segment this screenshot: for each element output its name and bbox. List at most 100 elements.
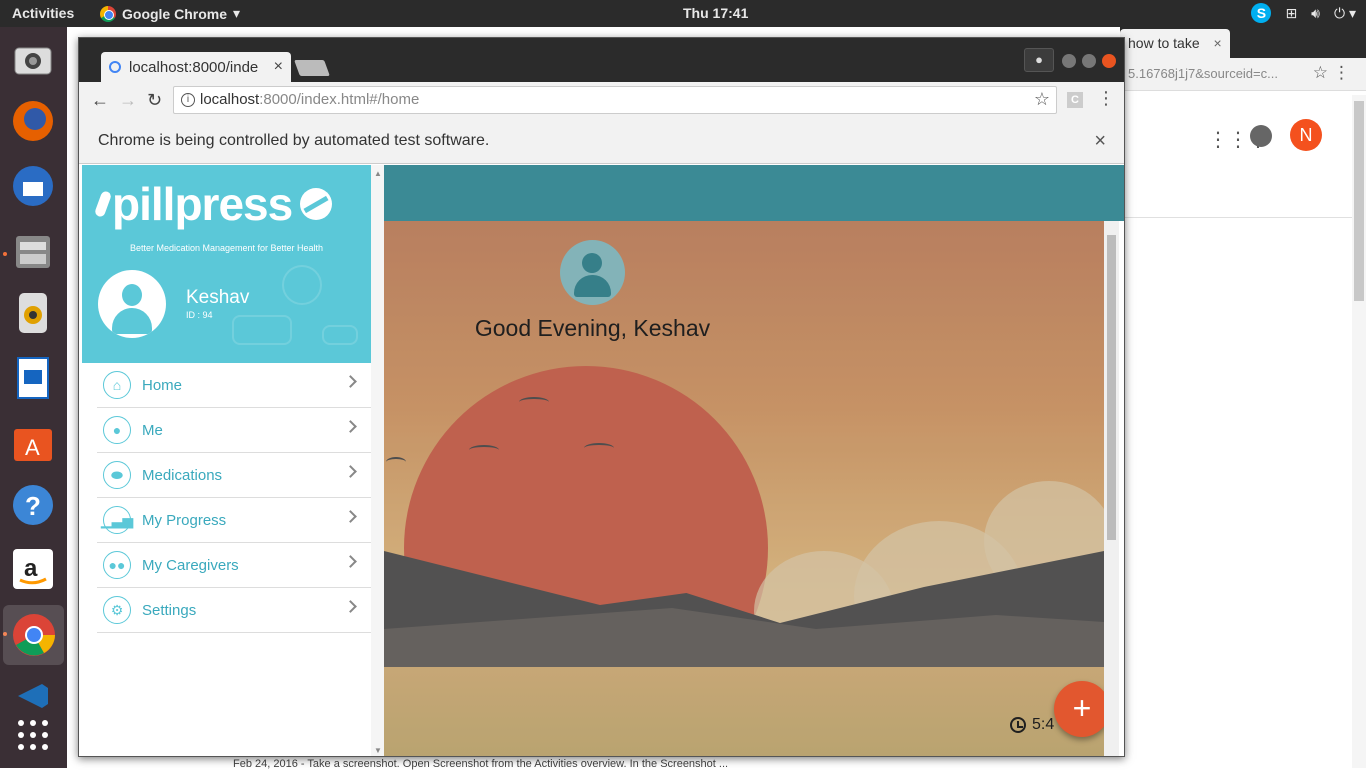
logo-text: pillpress: [112, 178, 293, 230]
system-tray: S ⊞ 🔊︎ ⏻ ▾: [1251, 3, 1356, 23]
power-icon[interactable]: ⏻ ▾: [1334, 5, 1356, 22]
browser-window: localhost:8000/inde × ● ← → ↻ i localhos…: [78, 37, 1125, 757]
app-bar: [384, 165, 1124, 221]
svg-text:A: A: [25, 435, 40, 460]
writer-icon[interactable]: [9, 354, 57, 402]
side-menu: pillpress Better Medication Management f…: [82, 165, 371, 756]
pill-icon: ⬬: [103, 461, 131, 489]
menu-dots-icon[interactable]: ⋮: [1333, 63, 1350, 83]
thunderbird-icon[interactable]: [9, 162, 57, 210]
activities-button[interactable]: Activities: [12, 5, 74, 21]
speaker-app-icon[interactable]: [9, 289, 57, 337]
star-icon[interactable]: ☆: [1034, 89, 1050, 110]
tagline: Better Medication Management for Better …: [129, 243, 324, 253]
notifications-icon[interactable]: [1250, 125, 1272, 147]
menu-item-label: Settings: [142, 601, 197, 619]
network-icon[interactable]: ⊞: [1285, 5, 1297, 22]
menu-item-me[interactable]: ● Me: [97, 408, 371, 453]
scrollbar-thumb[interactable]: [1354, 101, 1364, 301]
close-icon[interactable]: ×: [1214, 35, 1222, 51]
add-button[interactable]: +: [1054, 681, 1110, 737]
show-applications-icon[interactable]: [9, 711, 57, 759]
avatar: [98, 270, 166, 338]
browser-toolbar: ← → ↻ i localhost:8000/index.html#/home …: [79, 82, 1124, 118]
pattern-decoration: [232, 315, 292, 345]
pattern-decoration: [322, 325, 358, 345]
sidebar-header: pillpress Better Medication Management f…: [82, 165, 371, 363]
loading-icon: [109, 61, 121, 73]
maximize-button[interactable]: [1082, 54, 1096, 68]
new-tab-button[interactable]: [294, 60, 330, 76]
background-page-text: Feb 24, 2016 - Take a screenshot. Open S…: [233, 758, 729, 770]
background-tab-title: how to take: [1128, 35, 1200, 51]
running-indicator: [3, 252, 7, 256]
menu-item-my-caregivers[interactable]: ●● My Caregivers: [97, 543, 371, 588]
scrollbar-thumb[interactable]: [1107, 235, 1116, 540]
menu-dots-icon[interactable]: ⋮: [1097, 88, 1115, 109]
system-top-bar: Activities Google Chrome ▾ Thu 17:41 S ⊞…: [0, 0, 1366, 27]
profile-icon[interactable]: ●: [1024, 48, 1054, 72]
home-icon: ⌂: [103, 371, 131, 399]
pill-icon: [300, 188, 333, 220]
firefox-icon[interactable]: [9, 97, 57, 145]
info-icon[interactable]: i: [181, 93, 195, 107]
user-id: ID : 94: [186, 310, 213, 320]
skype-icon[interactable]: S: [1251, 3, 1272, 23]
reload-button[interactable]: ↻: [147, 90, 162, 111]
amazon-icon[interactable]: a: [9, 545, 57, 593]
url-path: :8000/index.html#/home: [259, 91, 420, 108]
pillpress-logo: pillpress: [93, 177, 333, 231]
close-icon[interactable]: ×: [274, 58, 283, 76]
back-button[interactable]: ←: [91, 90, 109, 111]
background-url: 5.16768j1j7&sourceid=c...: [1128, 66, 1278, 81]
svg-text:?: ?: [25, 491, 41, 521]
close-icon[interactable]: ×: [1094, 130, 1106, 153]
forward-button[interactable]: →: [119, 90, 137, 111]
menu-item-my-progress[interactable]: ▁▃▅ My Progress: [97, 498, 371, 543]
account-avatar[interactable]: N: [1290, 119, 1322, 151]
content-scrollbar[interactable]: [1104, 221, 1119, 756]
pattern-decoration: [282, 265, 322, 305]
background-tab[interactable]: how to take ×: [1120, 29, 1230, 58]
automation-infobar: Chrome is being controlled by automated …: [79, 118, 1124, 164]
home-content: Good Evening, Keshav 5:4 +: [384, 165, 1124, 756]
sidebar-scrollbar[interactable]: ▲ ▼: [371, 165, 384, 756]
menu-item-medications[interactable]: ⬬ Medications: [97, 453, 371, 498]
background-scrollbar[interactable]: [1352, 95, 1366, 768]
extension-icon[interactable]: C: [1067, 92, 1083, 108]
files-icon[interactable]: [9, 227, 57, 275]
menu-item-settings[interactable]: ⚙ Settings: [97, 588, 371, 633]
backdrop-overlay[interactable]: [384, 221, 1104, 756]
title-bar: localhost:8000/inde × ●: [79, 38, 1124, 82]
app-viewport: pillpress Better Medication Management f…: [79, 165, 1124, 756]
app-menu-label: Google Chrome: [122, 5, 228, 22]
background-address-bar[interactable]: 5.16768j1j7&sourceid=c... ☆ ⋮: [1120, 58, 1366, 91]
address-bar[interactable]: i localhost:8000/index.html#/home ☆: [173, 86, 1057, 114]
dock: A ? a: [0, 27, 67, 768]
chrome-dock-icon[interactable]: [3, 605, 64, 665]
minimize-button[interactable]: [1062, 54, 1076, 68]
menu-item-label: My Progress: [142, 511, 227, 529]
url-host: localhost: [200, 91, 260, 108]
system-clock[interactable]: Thu 17:41: [683, 5, 748, 21]
camera-app-icon[interactable]: [9, 35, 57, 83]
help-icon[interactable]: ?: [9, 481, 57, 529]
active-tab[interactable]: localhost:8000/inde ×: [101, 52, 291, 82]
star-icon[interactable]: ☆: [1313, 63, 1328, 83]
close-window-button[interactable]: [1102, 54, 1116, 68]
svg-text:a: a: [24, 555, 38, 582]
infobar-text: Chrome is being controlled by automated …: [98, 132, 490, 149]
tab-title: localhost:8000/inde: [129, 58, 259, 76]
scroll-up-icon[interactable]: ▲: [374, 169, 382, 178]
capsule-icon: [93, 190, 113, 218]
scroll-down-icon[interactable]: ▼: [374, 746, 382, 755]
software-center-icon[interactable]: A: [9, 417, 57, 465]
volume-icon[interactable]: 🔊︎: [1311, 5, 1320, 22]
app-menu[interactable]: Google Chrome ▾: [100, 5, 240, 22]
gear-icon: ⚙: [103, 596, 131, 624]
avatar-body: [112, 308, 152, 334]
chrome-icon: [100, 5, 116, 22]
chart-icon: ▁▃▅: [101, 506, 133, 534]
group-icon: ●●: [103, 551, 131, 579]
menu-item-home[interactable]: ⌂ Home: [97, 363, 371, 408]
